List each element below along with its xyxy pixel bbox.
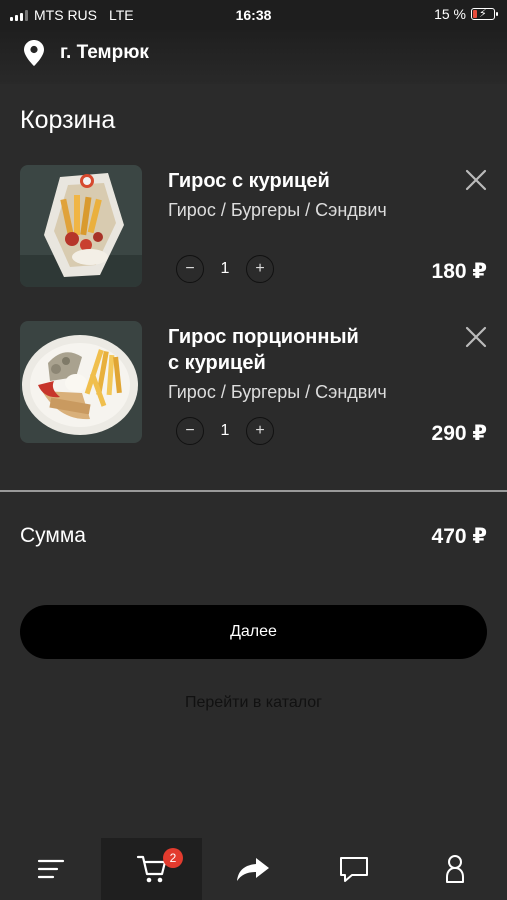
total-label: Сумма [20,524,86,547]
increment-button[interactable]: + [246,417,274,445]
product-image[interactable] [20,165,142,287]
clock: 16:38 [235,7,272,23]
remove-item-icon[interactable] [465,326,487,348]
remove-item-icon[interactable] [465,169,487,191]
menu-icon [37,859,64,879]
chat-icon [339,857,368,882]
cart-item: Гирос с курицей Гирос / Бургеры / Сэндви… [20,165,487,289]
item-category: Гирос / Бургеры / Сэндвич [168,200,387,220]
product-image[interactable] [20,321,142,443]
quantity-value: 1 [220,422,230,439]
location-pin-icon [24,40,44,66]
page-title: Корзина [20,106,116,134]
quantity-value: 1 [220,260,230,277]
profile-icon [445,855,464,883]
quantity-stepper: − 1 + [176,417,274,445]
next-button[interactable]: Далее [20,605,487,659]
status-right: 15 % ⚡ [434,6,498,22]
tab-menu[interactable] [0,838,101,900]
tab-chat[interactable] [303,838,404,900]
decrement-button[interactable]: − [176,255,204,283]
item-name[interactable]: Гирос с курицей [168,168,330,194]
item-price: 180 ₽ [431,260,487,283]
cart-item: Гирос порционный с курицей Гирос / Бурге… [20,321,487,445]
location-selector[interactable]: г. Темрюк [24,40,149,66]
tab-cart[interactable]: 2 [101,838,202,900]
divider [0,490,507,492]
status-bar: MTS RUS LTE 16:38 15 % ⚡ [0,0,507,30]
location-label: г. Темрюк [60,42,149,63]
tab-profile[interactable] [404,838,505,900]
increment-button[interactable]: + [246,255,274,283]
tab-share[interactable] [202,838,303,900]
item-name[interactable]: Гирос порционный с курицей [168,324,359,376]
battery-icon: ⚡ [471,8,498,20]
bottom-tab-bar: 2 [0,838,507,900]
quantity-stepper: − 1 + [176,255,274,283]
share-icon [236,858,269,881]
item-price: 290 ₽ [431,422,487,445]
item-name-line-2: с курицей [168,352,266,374]
top-bar: г. Темрюк [0,30,507,84]
battery-percent: 15 % [434,6,466,22]
total-value: 470 ₽ [431,525,487,548]
cart-badge: 2 [163,848,183,868]
item-category: Гирос / Бургеры / Сэндвич [168,382,387,402]
item-name-line-1: Гирос порционный [168,326,359,348]
go-to-catalog-link[interactable]: Перейти в каталог [0,694,507,712]
decrement-button[interactable]: − [176,417,204,445]
